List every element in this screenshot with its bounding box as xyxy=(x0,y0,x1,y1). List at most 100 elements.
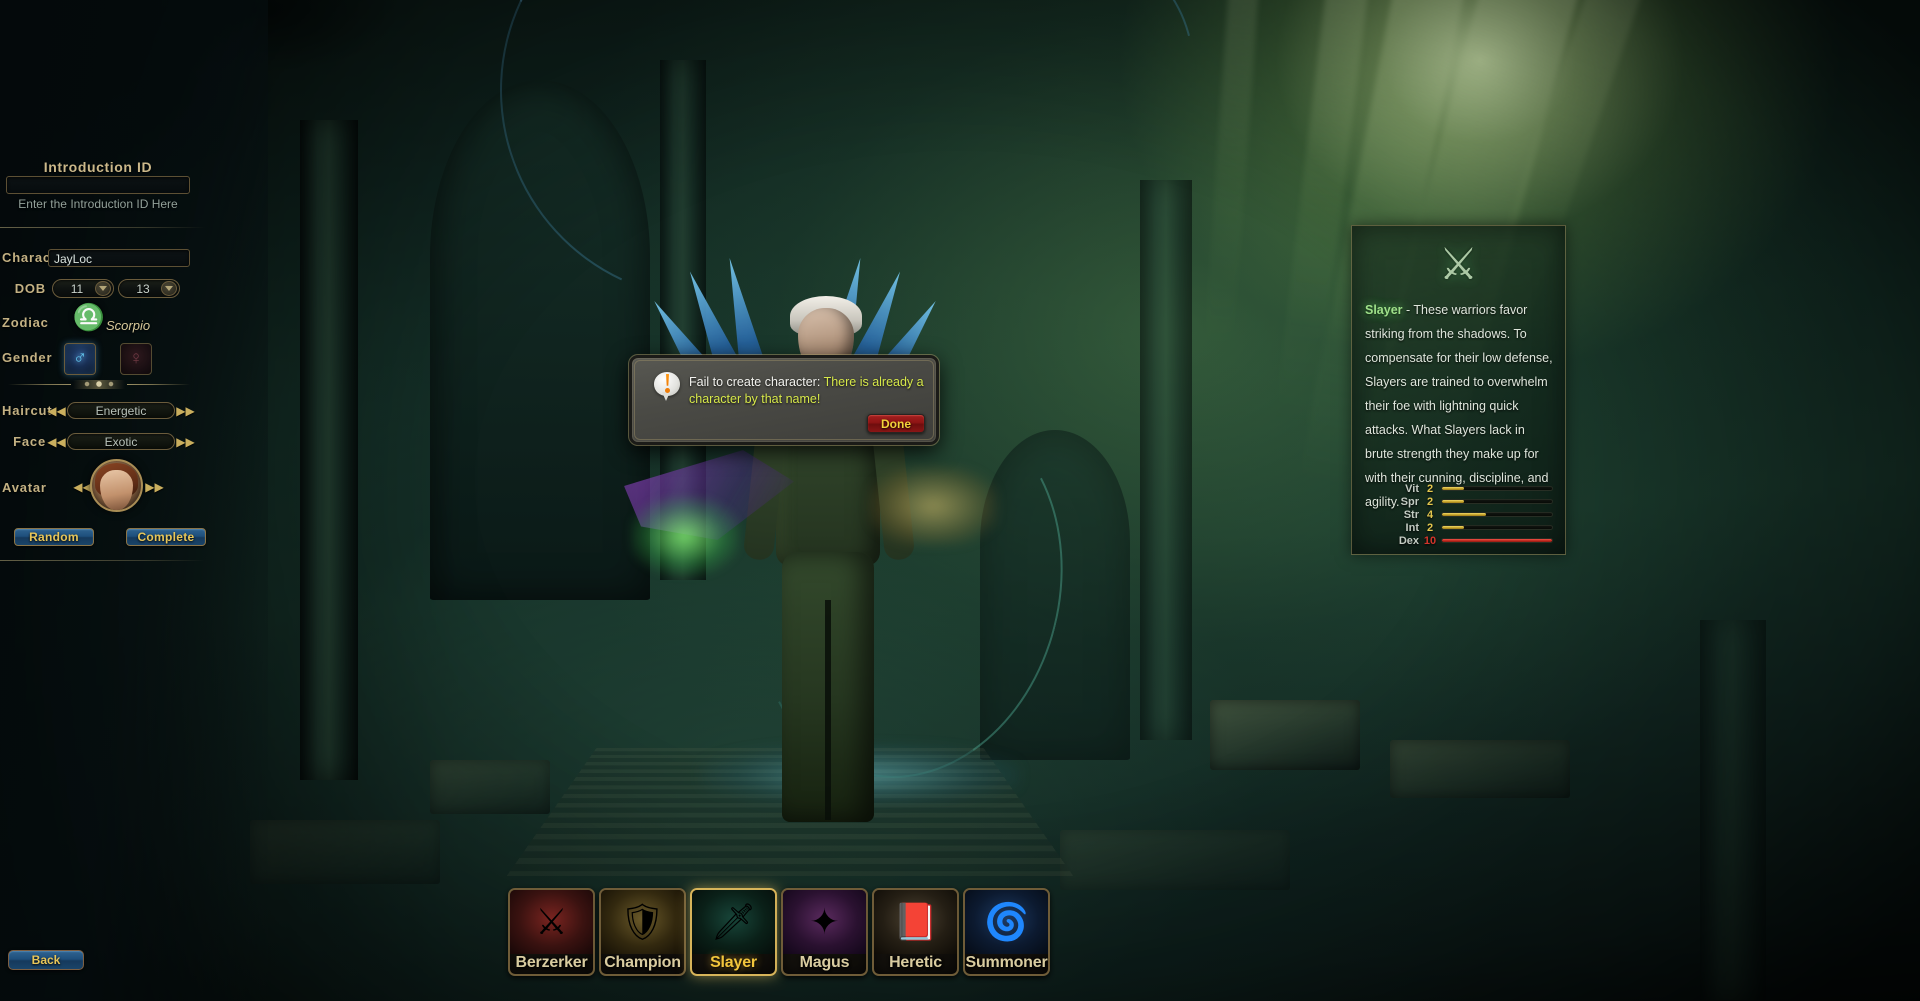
stat-row: Int 2 xyxy=(1393,521,1553,534)
avatar-label: Avatar xyxy=(2,480,47,495)
dialog-done-label: Done xyxy=(881,416,911,431)
stat-value: 2 xyxy=(1426,521,1434,534)
stat-name: Int xyxy=(1405,521,1419,534)
dob-month-select[interactable]: 11 xyxy=(52,279,114,298)
class-card-label: Berzerker xyxy=(515,954,588,971)
slayer-emblem-icon: ⚔ xyxy=(1438,240,1479,289)
class-card-heretic[interactable]: 📕 Heretic xyxy=(872,888,959,976)
stat-value: 4 xyxy=(1426,508,1434,521)
stat-track xyxy=(1441,486,1553,491)
section-divider-bottom xyxy=(0,560,205,561)
dialog-message: Fail to create character: There is alrea… xyxy=(689,374,929,408)
haircut-label: Haircut xyxy=(2,403,53,418)
game-screen: Introduction ID Enter the Introduction I… xyxy=(0,0,1920,1001)
gender-male-option[interactable]: ♂ xyxy=(64,343,96,375)
class-icon-heretic: 📕 xyxy=(874,890,957,954)
face-selector[interactable]: ◀◀ Exotic ▶▶ xyxy=(47,433,195,450)
character-name-field[interactable] xyxy=(49,251,189,267)
next-arrow-icon[interactable]: ▶▶ xyxy=(176,404,194,418)
face-value: Exotic xyxy=(104,434,138,449)
avatar-next-wrap[interactable]: ▶▶ xyxy=(145,480,163,494)
divider-line-left xyxy=(8,384,71,385)
class-card-label: Heretic xyxy=(889,954,942,971)
character-name-input[interactable] xyxy=(48,249,190,267)
stat-track xyxy=(1441,525,1553,530)
dialog-done-button[interactable]: Done xyxy=(867,414,925,433)
class-card-magus[interactable]: ✦ Magus xyxy=(781,888,868,976)
zodiac-value: Scorpio xyxy=(106,318,151,333)
haircut-selector[interactable]: ◀◀ Energetic ▶▶ xyxy=(47,402,195,419)
female-symbol-icon: ♀ xyxy=(128,348,144,369)
dialog-message-prefix: Fail to create character: xyxy=(689,375,824,389)
introduction-id-hint: Enter the Introduction ID Here xyxy=(18,197,178,211)
stat-fill xyxy=(1442,513,1486,516)
avatar[interactable] xyxy=(90,459,143,512)
class-card-champion[interactable]: 🛡 Champion xyxy=(599,888,686,976)
ornamental-divider xyxy=(8,380,190,389)
complete-button-label: Complete xyxy=(137,530,195,544)
next-arrow-icon[interactable]: ▶▶ xyxy=(176,435,194,449)
stat-fill xyxy=(1442,500,1464,503)
class-description-text: - These warriors favor striking from the… xyxy=(1365,303,1553,509)
weapon-glow-left xyxy=(630,496,740,576)
class-card-summoner[interactable]: 🌀 Summoner xyxy=(963,888,1050,976)
face-value-box[interactable]: Exotic xyxy=(67,433,175,450)
class-icon-champion: 🛡 xyxy=(601,890,684,954)
class-icon-berzerker: ⚔ xyxy=(510,890,593,954)
character-leg-split xyxy=(825,600,831,820)
stat-name: Vit xyxy=(1405,482,1419,495)
class-card-slayer[interactable]: 🗡 Slayer xyxy=(690,888,777,976)
stat-track xyxy=(1441,538,1553,543)
haircut-value-box[interactable]: Energetic xyxy=(67,402,175,419)
chevron-down-icon[interactable] xyxy=(95,281,111,296)
avatar-face xyxy=(100,470,133,510)
divider-line-right xyxy=(127,384,190,385)
zodiac-row: Zodiac xyxy=(2,315,49,330)
dob-day-select[interactable]: 13 xyxy=(118,279,180,298)
class-selection-bar: ⚔ Berzerker 🛡 Champion 🗡 Slayer ✦ Magus 📕 Heretic… xyxy=(508,888,1050,976)
section-divider-top xyxy=(0,227,205,228)
back-button[interactable]: Back xyxy=(8,950,84,970)
stat-row: Dex 10 xyxy=(1393,534,1553,547)
prev-arrow-icon[interactable]: ◀◀ xyxy=(47,404,65,418)
dob-day-value: 13 xyxy=(136,281,150,296)
stat-track xyxy=(1441,512,1553,517)
class-icon-magus: ✦ xyxy=(783,890,866,954)
random-button[interactable]: Random xyxy=(14,528,94,546)
random-button-label: Random xyxy=(29,530,79,544)
stat-name: Str xyxy=(1403,508,1419,521)
stat-value: 10 xyxy=(1423,534,1437,547)
class-card-label: Champion xyxy=(604,954,681,971)
haircut-value: Energetic xyxy=(95,403,147,418)
class-stats: Vit 2 Spr 2 Str 4 Int 2 Dex 10 xyxy=(1393,482,1553,547)
avatar-row: Avatar xyxy=(2,480,46,495)
face-label: Face xyxy=(13,434,46,449)
class-card-label: Slayer xyxy=(710,954,757,971)
chevron-down-icon[interactable] xyxy=(161,281,177,296)
stat-name: Dex xyxy=(1398,534,1419,547)
scorpion-icon: ♎ xyxy=(72,302,106,332)
class-icon-slayer: 🗡 xyxy=(692,890,775,954)
stat-fill xyxy=(1442,487,1464,490)
avatar-prev-wrap[interactable]: ◀◀ xyxy=(73,480,91,494)
introduction-id-input[interactable] xyxy=(6,176,190,194)
stat-name: Spr xyxy=(1400,495,1419,508)
stat-row: Vit 2 xyxy=(1393,482,1553,495)
error-dialog: Fail to create character: There is alrea… xyxy=(628,354,940,446)
complete-button[interactable]: Complete xyxy=(126,528,206,546)
zodiac-label: Zodiac xyxy=(2,315,49,330)
character-creation-panel: Introduction ID Enter the Introduction I… xyxy=(0,0,268,1001)
stat-value: 2 xyxy=(1426,495,1434,508)
class-name: Slayer xyxy=(1365,303,1403,317)
back-button-label: Back xyxy=(31,953,61,967)
stat-row: Spr 2 xyxy=(1393,495,1553,508)
class-card-berzerker[interactable]: ⚔ Berzerker xyxy=(508,888,595,976)
introduction-id-field[interactable] xyxy=(7,178,189,194)
prev-arrow-icon[interactable]: ◀◀ xyxy=(73,480,91,494)
face-row: Face xyxy=(2,434,46,449)
class-card-label: Summoner xyxy=(965,954,1048,971)
stat-value: 2 xyxy=(1426,482,1434,495)
prev-arrow-icon[interactable]: ◀◀ xyxy=(47,435,65,449)
next-arrow-icon[interactable]: ▶▶ xyxy=(145,480,163,494)
gender-female-option[interactable]: ♀ xyxy=(120,343,152,375)
